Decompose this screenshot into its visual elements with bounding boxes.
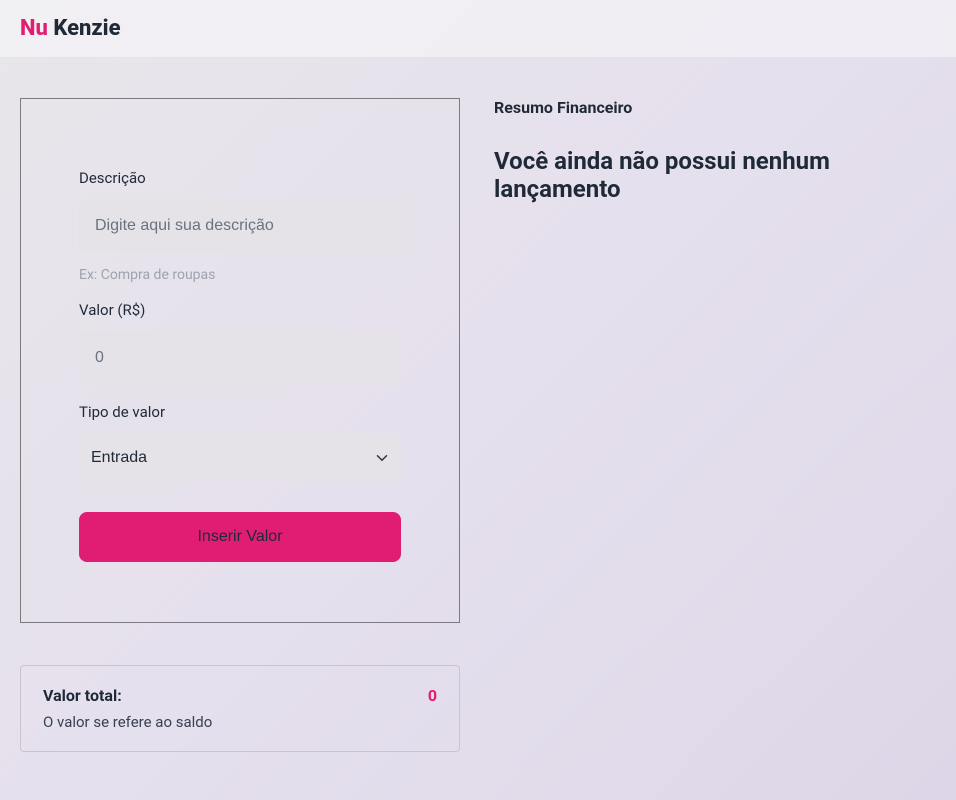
- type-label: Tipo de valor: [79, 403, 401, 421]
- description-hint: Ex: Compra de roupas: [79, 267, 401, 283]
- total-card: Valor total: 0 O valor se refere ao sald…: [20, 665, 460, 752]
- value-input[interactable]: [79, 331, 401, 385]
- total-row: Valor total: 0: [43, 686, 437, 705]
- type-group: Tipo de valor Entrada Saída: [79, 403, 401, 482]
- total-label: Valor total:: [43, 686, 122, 705]
- right-column: Resumo Financeiro Você ainda não possui …: [480, 98, 936, 752]
- logo-suffix: Kenzie: [48, 16, 121, 41]
- type-select[interactable]: Entrada Saída: [79, 433, 401, 482]
- value-label: Valor (R$): [79, 301, 401, 319]
- app-header: Nu Kenzie: [0, 0, 956, 58]
- main-content: Descrição Ex: Compra de roupas Valor (R$…: [0, 58, 956, 772]
- logo-prefix: Nu: [20, 16, 48, 41]
- description-label: Descrição: [79, 169, 401, 187]
- value-group: Valor (R$): [79, 301, 401, 385]
- total-value: 0: [428, 686, 437, 705]
- summary-title: Resumo Financeiro: [494, 98, 936, 117]
- empty-message: Você ainda não possui nenhum lançamento: [494, 147, 936, 203]
- left-column: Descrição Ex: Compra de roupas Valor (R$…: [20, 98, 460, 752]
- entry-form: Descrição Ex: Compra de roupas Valor (R$…: [20, 98, 460, 623]
- logo: Nu Kenzie: [20, 16, 936, 41]
- submit-button[interactable]: Inserir Valor: [79, 512, 401, 562]
- description-group: Descrição Ex: Compra de roupas: [79, 169, 401, 283]
- total-hint: O valor se refere ao saldo: [43, 713, 437, 731]
- description-input[interactable]: [79, 199, 401, 253]
